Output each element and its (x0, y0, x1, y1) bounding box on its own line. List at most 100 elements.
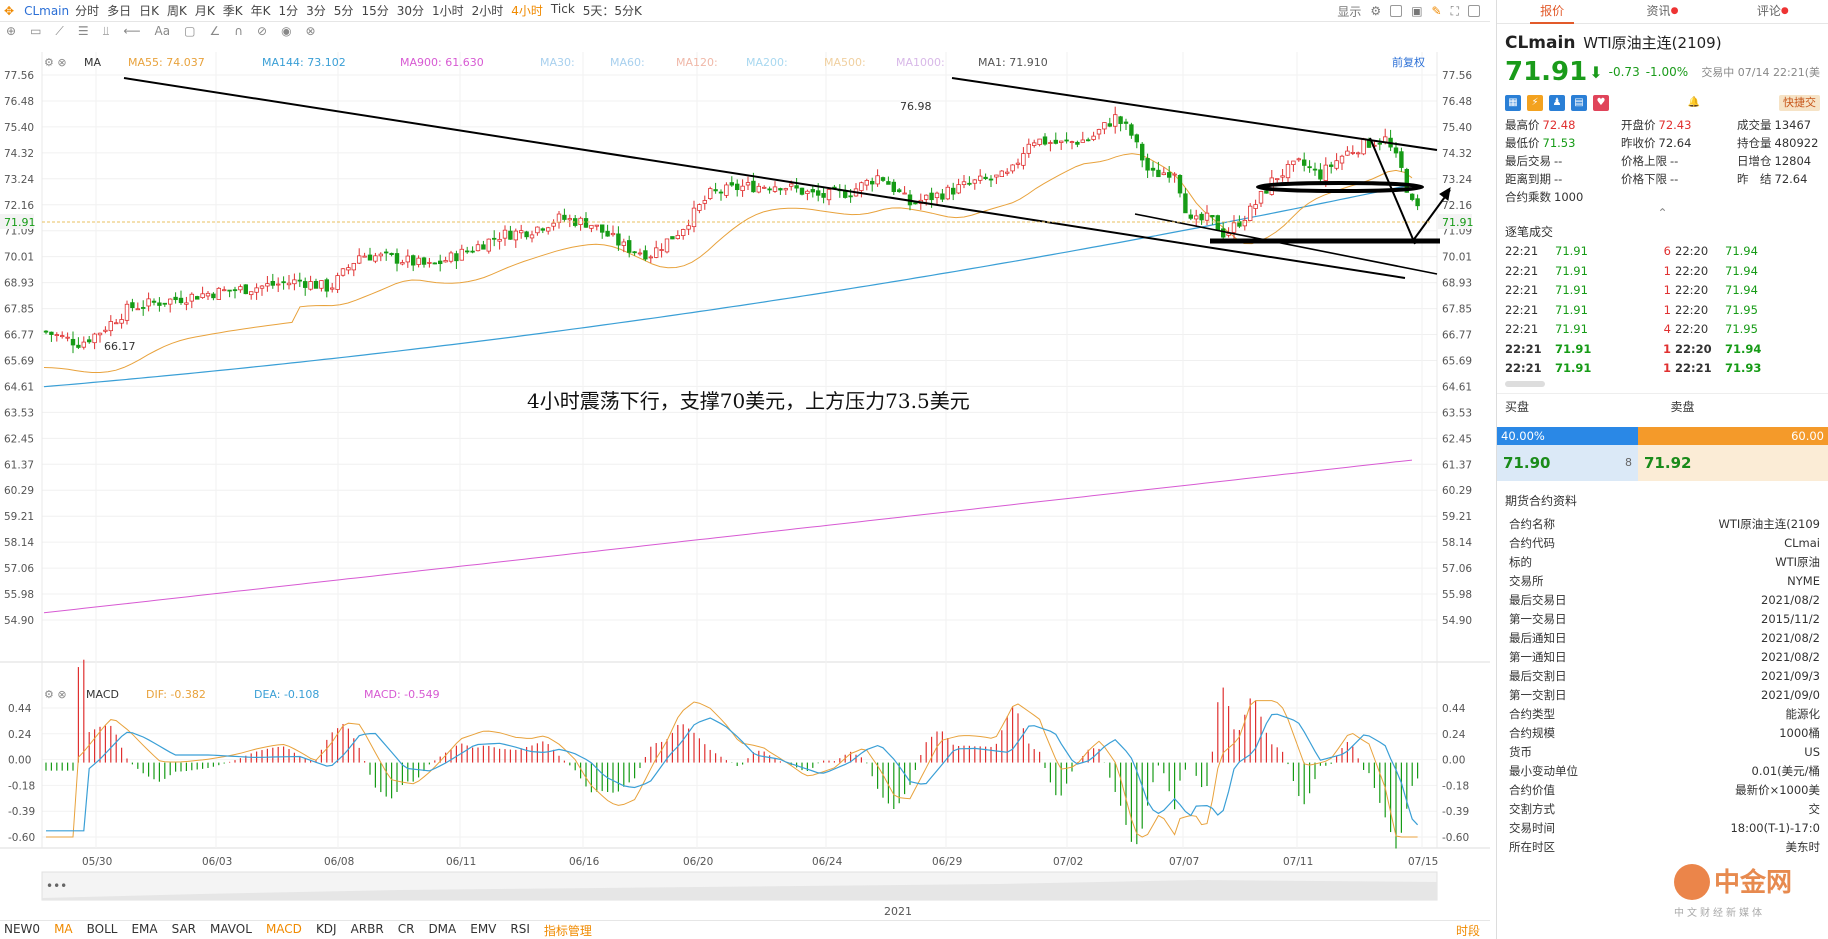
indicator-8[interactable]: ARBR (351, 922, 384, 939)
chart-grid (0, 52, 1490, 849)
edit-icon[interactable]: ✎ (1432, 4, 1442, 18)
collapse-icon[interactable]: ⌃ (1497, 206, 1828, 220)
indicator-13[interactable]: 指标管理 (544, 922, 592, 939)
candle-body (945, 186, 950, 200)
candle-body (1399, 151, 1404, 168)
candle-body (1285, 163, 1291, 179)
period-7[interactable]: 1分 (279, 2, 299, 19)
price-tick-right: 64.61 (1442, 381, 1472, 393)
bell-icon[interactable]: 🔔 (1686, 95, 1702, 111)
macd-axis-right: 0.44 0.24 0.00 -0.18 -0.39 -0.60 (1442, 703, 1469, 844)
chart-area[interactable]: 77.5676.4875.4074.3273.2472.1671.0970.01… (0, 22, 1490, 920)
candle-body (1086, 139, 1091, 142)
date-tick: 05/30 (82, 856, 112, 868)
camera-icon[interactable]: ▣ (1411, 4, 1422, 18)
indicator-0[interactable]: NEW0 (4, 922, 40, 939)
period-14[interactable]: 4小时 (511, 2, 543, 19)
candle-body (410, 255, 416, 266)
tab-news[interactable]: 资讯● (1607, 0, 1717, 23)
period-6[interactable]: 年K (251, 2, 271, 19)
sell-pct: 60.00 (1638, 426, 1828, 445)
period-10[interactable]: 15分 (361, 2, 388, 19)
tab-comments[interactable]: 评论● (1718, 0, 1828, 23)
candle-body (924, 194, 929, 200)
price-tick-right: 60.29 (1442, 485, 1472, 497)
info-row: 标的 WTI原油 (1509, 554, 1820, 569)
price-change: -0.73 (1608, 65, 1640, 79)
display-menu[interactable]: 显示 (1337, 3, 1361, 20)
period-13[interactable]: 2小时 (472, 2, 504, 19)
layout-icon[interactable] (1390, 5, 1403, 17)
flag-icon[interactable]: ▦ (1505, 95, 1521, 111)
candle-body (497, 238, 502, 242)
candle-body (1339, 155, 1345, 164)
period-15[interactable]: Tick (551, 2, 575, 19)
price-tick-left: 63.53 (4, 407, 34, 419)
candle-body (227, 289, 232, 292)
indicator-10[interactable]: DMA (428, 922, 456, 939)
candle-body (567, 218, 572, 221)
symbol-selector[interactable]: CLmain (24, 4, 69, 18)
candle-body (383, 251, 389, 254)
candle-body (1361, 138, 1366, 155)
candle-body (632, 251, 637, 254)
dif-line (46, 700, 1418, 838)
candle-body (481, 244, 486, 250)
candle-body (697, 204, 702, 211)
contract-code: CLmain (1505, 33, 1576, 53)
settings-icon[interactable]: ⚙ (1370, 4, 1381, 18)
indicator-1[interactable]: MA (54, 922, 73, 939)
restore-button: 前复权 (1392, 55, 1425, 69)
indicator-5[interactable]: MAVOL (210, 922, 252, 939)
indicator-12[interactable]: RSI (510, 922, 530, 939)
period-2[interactable]: 日K (139, 2, 159, 19)
fullscreen-icon[interactable]: ⛶ (1451, 4, 1459, 19)
period-9[interactable]: 5分 (334, 2, 354, 19)
panel-toggle-icon[interactable] (1468, 5, 1480, 17)
info-row: 第一交易日 2015/11/2 (1509, 611, 1820, 626)
date-tick: 06/11 (446, 856, 476, 868)
doc-icon[interactable]: ▤ (1571, 95, 1587, 111)
period-0[interactable]: 分时 (75, 2, 99, 19)
period-12[interactable]: 1小时 (432, 2, 464, 19)
dif-value: DIF: -0.382 (146, 688, 206, 701)
period-8[interactable]: 3分 (306, 2, 326, 19)
tab-quote[interactable]: 报价 (1497, 0, 1607, 24)
macd-tick-right: -0.60 (1442, 832, 1469, 844)
candle-body (637, 252, 643, 255)
period-3[interactable]: 周K (167, 2, 187, 19)
session-button[interactable]: 时段 (1456, 922, 1480, 939)
indicator-9[interactable]: CR (398, 922, 415, 939)
period-16[interactable]: 5天：5分K (583, 2, 642, 19)
macd-tick-left: -0.18 (8, 780, 35, 792)
heart-icon[interactable]: ♥ (1593, 95, 1609, 111)
date-axis: 05/30 06/03 06/08 06/11 06/16 06/20 06/24 06/29… (82, 856, 1438, 868)
period-11[interactable]: 30分 (397, 2, 424, 19)
period-1[interactable]: 多日 (107, 2, 131, 19)
candle-body (329, 287, 335, 290)
indicator-2[interactable]: BOLL (87, 922, 118, 939)
candle-body (1291, 160, 1296, 165)
indicator-11[interactable]: EMV (470, 922, 496, 939)
crosshair-icon[interactable]: ✥ (4, 4, 14, 18)
candle-body (378, 253, 383, 257)
candle-body (114, 322, 119, 325)
people-icon[interactable]: ♟ (1549, 95, 1565, 111)
fast-trade-button[interactable]: 快捷交 (1779, 95, 1820, 111)
candle-body (238, 286, 243, 291)
indicator-4[interactable]: SAR (172, 922, 196, 939)
candle-body (356, 255, 362, 264)
indicator-7[interactable]: KDJ (316, 922, 337, 939)
candle-body (686, 225, 691, 230)
buy-sell-ratio-bar: 40.00% 60.00 (1497, 426, 1828, 445)
candle-body (367, 254, 373, 261)
period-4[interactable]: 月K (195, 2, 215, 19)
trades-scrollbar[interactable] (1505, 380, 1545, 387)
candle-body (259, 285, 265, 289)
lightning-icon[interactable]: ⚡ (1527, 95, 1543, 111)
candle-body (1042, 136, 1048, 145)
price-tick-left: 57.06 (4, 563, 34, 575)
indicator-3[interactable]: EMA (131, 922, 157, 939)
indicator-6[interactable]: MACD (266, 922, 302, 939)
period-5[interactable]: 季K (223, 2, 243, 19)
